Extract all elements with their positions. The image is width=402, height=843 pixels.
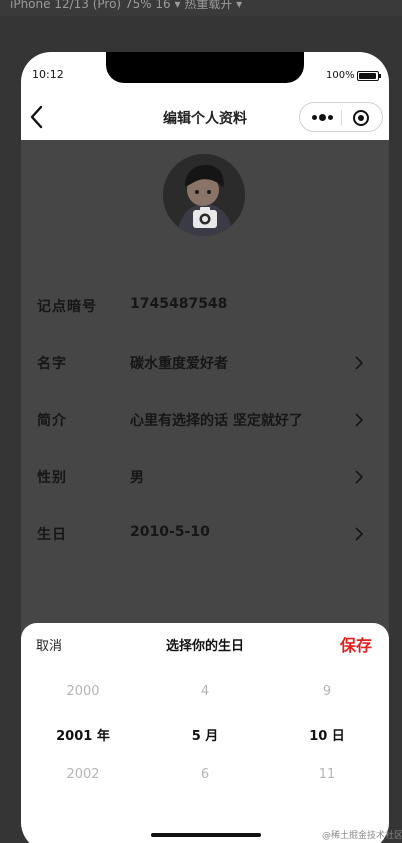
year-option-selected[interactable]: 2001 年 <box>23 725 143 744</box>
chevron-right-icon <box>355 527 364 541</box>
day-option[interactable]: 11 <box>267 767 387 782</box>
row-label: 简介 <box>37 413 67 429</box>
year-option[interactable]: 2002 <box>23 767 143 782</box>
home-indicator <box>151 833 261 837</box>
row-value: 2010-5-10 <box>130 524 210 540</box>
year-option[interactable]: 2000 <box>23 684 143 699</box>
profile-row-id: 记点暗号 1745487548 <box>37 294 369 318</box>
camera-icon[interactable] <box>192 206 218 230</box>
chevron-right-icon <box>355 413 364 427</box>
save-button[interactable]: 保存 <box>340 632 372 656</box>
simulator-toolbar: iPhone 12/13 (Pro) 75% 16 ▾ 热重载开 ▾ <box>0 0 402 16</box>
month-option[interactable]: 6 <box>145 767 265 782</box>
row-value: 碳水重度爱好者 <box>130 356 228 372</box>
miniprogram-capsule <box>299 102 383 132</box>
row-label: 名字 <box>37 356 67 372</box>
status-battery-percent: 100% <box>326 70 355 81</box>
watermark: @稀土掘金技术社区 <box>322 831 402 841</box>
navigation-bar: 编辑个人资料 <box>21 96 389 140</box>
phone-screen: 10:12 100% 编辑个人资料 记点暗号 1745487548 名字 碳水重… <box>21 52 389 843</box>
simulator-toolbar-text: iPhone 12/13 (Pro) 75% 16 ▾ 热重载开 ▾ <box>10 0 243 11</box>
battery-icon <box>357 71 381 81</box>
day-option[interactable]: 9 <box>267 684 387 699</box>
row-label: 记点暗号 <box>37 299 97 315</box>
row-label: 生日 <box>37 527 67 543</box>
profile-row-name[interactable]: 名字 碳水重度爱好者 <box>37 351 369 375</box>
phone-notch <box>106 52 304 83</box>
profile-row-bio[interactable]: 简介 心里有选择的话 坚定就好了 <box>37 408 369 432</box>
more-dots-icon[interactable] <box>312 114 334 121</box>
profile-row-birthday[interactable]: 生日 2010-5-10 <box>37 522 369 546</box>
status-time: 10:12 <box>32 68 64 81</box>
row-value: 1745487548 <box>130 296 228 312</box>
chevron-right-icon <box>355 356 364 370</box>
profile-row-gender[interactable]: 性别 男 <box>37 465 369 489</box>
month-option[interactable]: 4 <box>145 684 265 699</box>
date-picker-sheet: 取消 选择你的生日 保存 2000 2001 年 2002 4 5 月 6 9 … <box>21 623 389 843</box>
row-label: 性别 <box>37 470 67 486</box>
picker-title: 选择你的生日 <box>165 639 244 654</box>
close-miniprogram-icon[interactable] <box>353 110 369 126</box>
row-value: 心里有选择的话 坚定就好了 <box>130 413 303 429</box>
capsule-divider <box>341 110 342 126</box>
day-option-selected[interactable]: 10 日 <box>267 725 387 744</box>
row-value: 男 <box>130 470 144 486</box>
month-option-selected[interactable]: 5 月 <box>145 725 265 744</box>
chevron-right-icon <box>355 470 364 484</box>
